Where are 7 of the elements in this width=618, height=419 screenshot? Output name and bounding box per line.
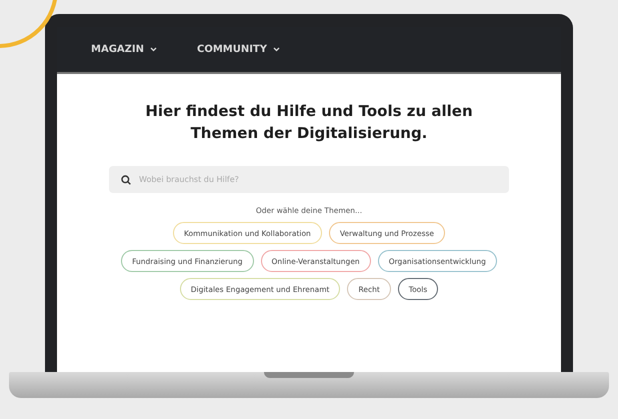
nav-menu-item[interactable]: COMMUNITY: [196, 44, 280, 55]
search-icon: [121, 174, 131, 184]
search-field[interactable]: Wobei brauchst du Hilfe?: [109, 166, 509, 193]
headline: Hier findest du Hilfe und Tools zu allen Themen der Digitalisierung.: [145, 101, 473, 144]
nav-menu-item[interactable]: MAGAZIN: [91, 44, 157, 55]
chevron-down-icon: [150, 47, 157, 52]
chevron-down-icon: [273, 47, 280, 52]
